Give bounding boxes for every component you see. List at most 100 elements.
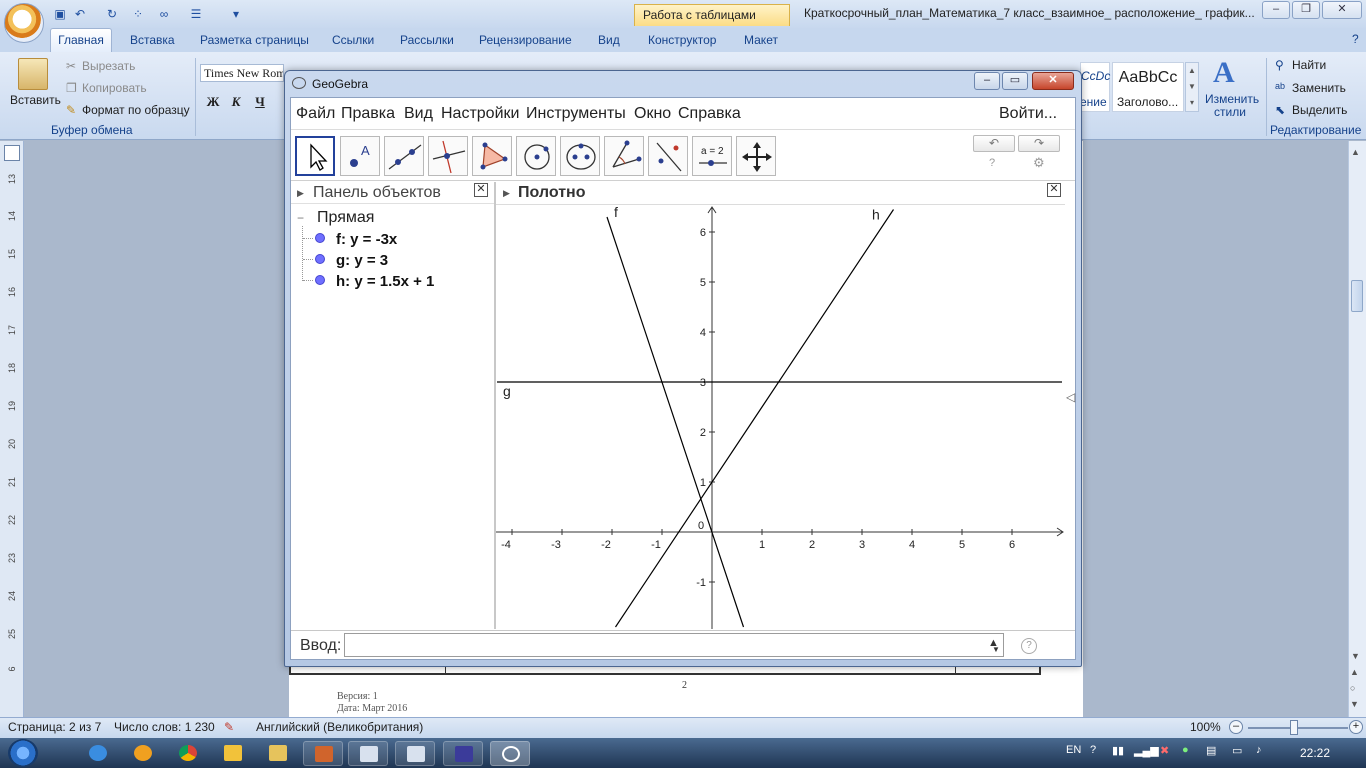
input-field[interactable] [344, 633, 1004, 657]
tab-layout[interactable]: Макет [744, 30, 778, 52]
cut-button[interactable]: Вырезать [82, 59, 135, 73]
algebra-item-h[interactable]: h: y = 1.5x + 1 [336, 273, 434, 290]
italic-button[interactable]: К [226, 93, 246, 111]
algebra-close-icon[interactable]: ✕ [474, 183, 488, 197]
zoom-in-button[interactable]: + [1349, 720, 1363, 734]
scroll-thumb[interactable] [1351, 280, 1363, 312]
status-language[interactable]: Английский (Великобритания) [256, 720, 423, 734]
tool-reflect[interactable] [648, 136, 688, 176]
scroll-up-icon[interactable]: ▲ [1351, 147, 1360, 157]
copy-button[interactable]: Копировать [82, 81, 147, 95]
tab-review[interactable]: Рецензирование [479, 30, 572, 52]
status-zoom[interactable]: 100% [1190, 720, 1221, 734]
tool-angle[interactable] [604, 136, 644, 176]
vertical-scrollbar[interactable] [1348, 141, 1366, 717]
redo-button[interactable]: ↷ [1018, 135, 1060, 152]
styles-scroll[interactable]: ▲ ▼ ▾ [1185, 62, 1199, 112]
zoom-out-button[interactable]: – [1229, 720, 1243, 734]
menu-file[interactable]: Файл [296, 105, 335, 123]
tree-collapse-icon[interactable]: − [297, 211, 304, 225]
algebra-group-lines[interactable]: Прямая [317, 209, 374, 227]
scroll-down-icon[interactable]: ▼ [1351, 651, 1360, 661]
menu-window[interactable]: Окно [634, 105, 671, 123]
taskbar-window-2[interactable] [348, 741, 388, 766]
font-name-field[interactable]: Times New Rom [200, 64, 284, 82]
zoom-slider-thumb[interactable] [1290, 720, 1298, 735]
taskbar-word[interactable] [395, 741, 435, 766]
menu-edit[interactable]: Правка [341, 105, 395, 123]
word-close-button[interactable]: ✕ [1322, 1, 1362, 19]
settings-gear-icon[interactable]: ⚙ [1033, 155, 1045, 171]
browse-object-icon[interactable]: ○ [1350, 683, 1355, 693]
tool-polygon[interactable] [472, 136, 512, 176]
visibility-toggle-f[interactable] [315, 233, 325, 243]
tray-app-icon[interactable]: ● [1182, 744, 1189, 756]
spelling-icon[interactable]: ✎ [224, 720, 234, 734]
format-painter-button[interactable]: Формат по образцу [82, 103, 190, 117]
menu-help[interactable]: Справка [678, 105, 741, 123]
tool-line[interactable] [384, 136, 424, 176]
bold-button[interactable]: Ж [203, 93, 223, 111]
list-icon[interactable]: ☰ [188, 6, 204, 22]
menu-tools[interactable]: Инструменты [526, 105, 626, 123]
underline-button[interactable]: Ч [250, 93, 270, 111]
input-help-button[interactable]: ? [1021, 638, 1037, 654]
tool-ellipse[interactable] [560, 136, 600, 176]
shapes-icon[interactable]: ⁘ [130, 6, 146, 22]
tray-language[interactable]: EN [1066, 744, 1081, 756]
geogebra-maximize-button[interactable]: ▭ [1002, 72, 1028, 90]
word-minimize-button[interactable]: – [1262, 1, 1290, 19]
tray-device-icon[interactable]: ▤ [1206, 744, 1216, 757]
taskbar-ie[interactable] [78, 741, 118, 766]
word-maximize-button[interactable]: ❐ [1292, 1, 1320, 19]
undo-icon[interactable]: ↶ [72, 6, 88, 22]
visibility-toggle-h[interactable] [315, 275, 325, 285]
tray-signal-icon[interactable]: ▂▄▆ [1134, 744, 1159, 757]
tool-move[interactable] [295, 136, 335, 176]
tray-volume-icon[interactable]: ♪ [1256, 744, 1262, 756]
tab-mailings[interactable]: Рассылки [400, 30, 454, 52]
paste-button[interactable]: Вставить [10, 93, 61, 107]
tab-view[interactable]: Вид [598, 30, 620, 52]
tab-page-layout[interactable]: Разметка страницы [200, 30, 309, 52]
taskbar-explorer[interactable] [258, 741, 298, 766]
start-button[interactable] [8, 739, 38, 767]
tab-selector[interactable] [4, 145, 20, 161]
taskbar-chrome[interactable] [168, 741, 208, 766]
paste-icon[interactable] [18, 58, 48, 90]
tab-design[interactable]: Конструктор [648, 30, 716, 52]
change-styles-button[interactable]: Изменить [1205, 92, 1259, 106]
customize-qat-icon[interactable]: ▾ [228, 6, 244, 22]
geogebra-close-button[interactable]: ✕ [1032, 72, 1074, 90]
status-page[interactable]: Страница: 2 из 7 [8, 720, 101, 734]
sign-in-button[interactable]: Войти... [999, 105, 1057, 123]
taskbar-powerpoint[interactable] [303, 741, 343, 766]
loop-icon[interactable]: ∞ [156, 6, 172, 22]
algebra-item-f[interactable]: f: y = -3x [336, 231, 397, 248]
input-history-down-icon[interactable]: ▼ [992, 645, 1000, 654]
zoom-slider[interactable] [1248, 727, 1348, 729]
tool-slider[interactable]: a = 2 [692, 136, 732, 176]
taskbar-media[interactable] [123, 741, 163, 766]
tool-circle[interactable] [516, 136, 556, 176]
graphics-canvas[interactable]: -4 -3 -2 -1 0 1 2 3 4 5 6 6 5 4 3 2 1 -1 f g h [496, 205, 1065, 629]
save-icon[interactable]: ▣ [52, 6, 68, 22]
status-word-count[interactable]: Число слов: 1 230 [114, 720, 215, 734]
taskbar-geogebra[interactable] [490, 741, 530, 766]
graphics-expand-icon[interactable]: ▶ [503, 188, 510, 199]
algebra-item-g[interactable]: g: y = 3 [336, 252, 388, 269]
taskbar-paint[interactable] [213, 741, 253, 766]
taskbar-app[interactable] [443, 741, 483, 766]
graphics-close-icon[interactable]: ✕ [1047, 183, 1061, 197]
tray-help-icon[interactable]: ? [1090, 744, 1096, 756]
tray-flag-icon[interactable]: ✖ [1160, 744, 1169, 757]
algebra-expand-icon[interactable]: ▶ [297, 188, 304, 199]
tray-network-icon[interactable]: ▮▮ [1112, 744, 1124, 757]
select-button[interactable]: Выделить [1292, 103, 1347, 117]
toolbar-help-icon[interactable]: ? [989, 157, 995, 169]
find-button[interactable]: Найти [1292, 58, 1326, 72]
help-icon[interactable]: ? [1352, 32, 1359, 46]
menu-options[interactable]: Настройки [441, 105, 519, 123]
undo-button[interactable]: ↶ [973, 135, 1015, 152]
geogebra-minimize-button[interactable]: – [974, 72, 1000, 90]
